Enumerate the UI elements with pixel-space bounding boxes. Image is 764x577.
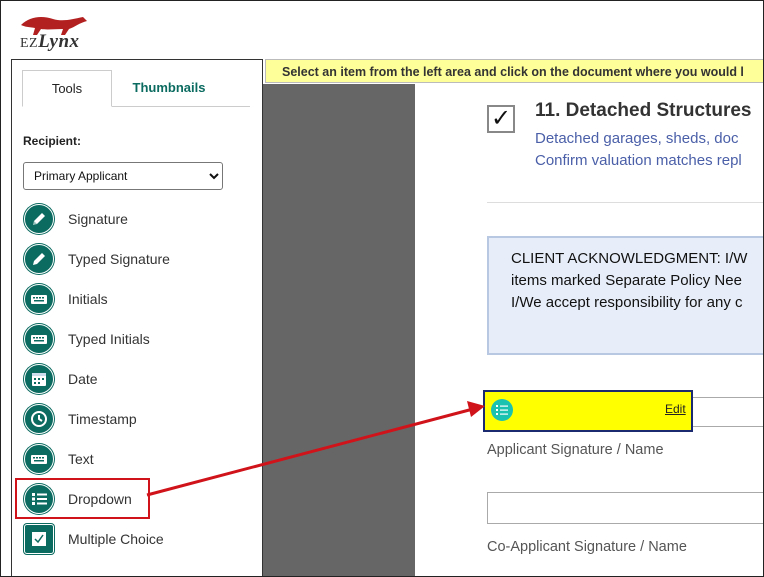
ezlynx-logo: EZLynx — [15, 13, 105, 55]
tool-text[interactable]: Text — [22, 442, 252, 476]
section-title: 11. Detached Structures — [535, 100, 752, 121]
app-window: EZLynx Tools Thumbnails Recipient: Prima… — [0, 0, 764, 577]
instruction-banner: Select an item from the left area and cl… — [265, 59, 763, 83]
keyboard-icon — [24, 444, 54, 474]
placed-dropdown-field[interactable]: Edit — [483, 390, 693, 432]
keyboard-icon — [24, 284, 54, 314]
tool-initials[interactable]: Initials — [22, 282, 252, 316]
ack-line-3: I/We accept responsibility for any c — [511, 294, 743, 311]
logo-lynx: Lynx — [38, 31, 80, 52]
viewer-background — [263, 84, 415, 576]
tool-label: Typed Signature — [68, 251, 170, 267]
acknowledgment-box: CLIENT ACKNOWLEDGMENT: I/W items marked … — [487, 236, 763, 355]
tool-timestamp[interactable]: Timestamp — [22, 402, 252, 436]
co-applicant-signature-field[interactable] — [487, 492, 763, 524]
tool-label: Timestamp — [68, 411, 137, 427]
tool-label: Signature — [68, 211, 128, 227]
tool-multiple-choice[interactable]: Multiple Choice — [22, 522, 252, 556]
section-divider — [487, 202, 763, 203]
calendar-icon — [24, 364, 54, 394]
pen-icon — [24, 204, 54, 234]
tool-label: Typed Initials — [68, 331, 150, 347]
applicant-signature-label: Applicant Signature / Name — [487, 442, 664, 458]
dropdown-highlight-box — [15, 478, 150, 519]
recipient-select[interactable]: Primary Applicant — [23, 162, 223, 190]
tool-signature[interactable]: Signature — [22, 202, 252, 236]
tool-label: Date — [68, 371, 98, 387]
logo-ez: EZ — [20, 36, 39, 51]
ack-line-2: items marked Separate Policy Nee — [511, 272, 742, 289]
ack-line-1: CLIENT ACKNOWLEDGMENT: I/W — [511, 250, 748, 267]
logo-wordmark: EZLynx — [20, 31, 80, 53]
tool-typed-signature[interactable]: Typed Signature — [22, 242, 252, 276]
tool-typed-initials[interactable]: Typed Initials — [22, 322, 252, 356]
pen-icon — [24, 244, 54, 274]
tool-date[interactable]: Date — [22, 362, 252, 396]
section-description-1: Detached garages, sheds, doc — [535, 130, 739, 147]
tool-label: Initials — [68, 291, 108, 307]
tab-tools[interactable]: Tools — [22, 70, 112, 107]
clock-icon — [24, 404, 54, 434]
tab-thumbnails[interactable]: Thumbnails — [114, 70, 224, 105]
recipient-label: Recipient: — [23, 134, 82, 148]
co-applicant-signature-label: Co-Applicant Signature / Name — [487, 539, 687, 555]
tool-label: Text — [68, 451, 94, 467]
panel-tabs: Tools Thumbnails — [22, 70, 250, 107]
tool-label: Multiple Choice — [68, 531, 164, 547]
section-checkbox[interactable]: ✓ — [487, 105, 515, 133]
edit-link[interactable]: Edit — [665, 402, 686, 416]
keyboard-icon — [24, 324, 54, 354]
checkbox-icon — [24, 524, 54, 554]
section-description-2: Confirm valuation matches repl — [535, 152, 742, 169]
document-page: ✓ 11. Detached Structures Detached garag… — [415, 84, 763, 576]
list-icon — [491, 399, 513, 421]
